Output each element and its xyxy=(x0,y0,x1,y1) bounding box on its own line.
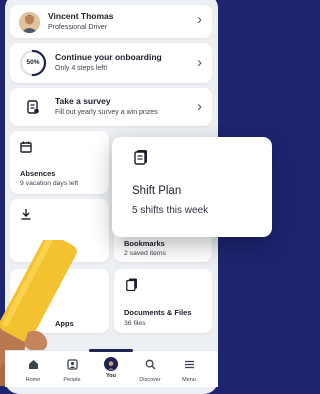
nav-discover-label: Discover xyxy=(139,377,161,383)
profile-name: Vincent Thomas xyxy=(48,11,114,21)
onboarding-card[interactable]: 50% Continue your onboarding Only 4 step… xyxy=(10,43,212,83)
people-icon xyxy=(66,359,78,370)
onboarding-subtitle: Only 4 steps left! xyxy=(55,65,108,72)
document-icon xyxy=(134,149,148,170)
nav-people-label: People xyxy=(63,377,81,383)
bottom-nav: Home People You Discover Menu xyxy=(5,349,218,387)
nav-you-label: You xyxy=(106,373,116,379)
avatar xyxy=(19,12,40,33)
files-icon xyxy=(126,278,138,296)
documents-title: Documents & Files xyxy=(124,308,192,317)
home-icon xyxy=(28,360,38,369)
survey-subtitle: Fill out yearly survey a win prizes xyxy=(55,109,158,116)
progress-label: 50% xyxy=(26,59,40,66)
active-indicator xyxy=(89,349,133,352)
shift-plan-subtitle: 5 shifts this week xyxy=(132,205,209,216)
chevron-right-icon: › xyxy=(197,54,202,71)
chevron-right-icon: › xyxy=(197,98,202,115)
bookmarks-subtitle: 2 saved items xyxy=(124,250,166,257)
nav-discover[interactable]: Discover xyxy=(132,357,168,383)
download-icon xyxy=(20,207,32,225)
chevron-right-icon: › xyxy=(197,11,202,28)
nav-people[interactable]: People xyxy=(54,357,90,383)
profile-role: Professional Driver xyxy=(48,24,108,31)
avatar xyxy=(104,357,118,371)
progress-ring: 50% xyxy=(19,49,47,77)
absences-tile[interactable]: Absences 9 vacation days left xyxy=(10,131,109,194)
bookmarks-title: Bookmarks xyxy=(124,239,165,248)
search-icon xyxy=(145,359,155,370)
onboarding-title: Continue your onboarding xyxy=(55,52,162,62)
survey-title: Take a survey xyxy=(55,96,111,106)
nav-menu[interactable]: Menu xyxy=(171,357,207,383)
profile-card[interactable]: Vincent Thomas Professional Driver › xyxy=(10,5,212,38)
shift-plan-title: Shift Plan xyxy=(132,185,182,197)
nav-home-label: Home xyxy=(25,377,41,383)
shift-plan-card[interactable]: Shift Plan 5 shifts this week xyxy=(112,137,272,237)
absences-title: Absences xyxy=(20,169,56,178)
survey-icon xyxy=(27,100,39,119)
nav-you[interactable]: You xyxy=(93,357,129,379)
nav-home[interactable]: Home xyxy=(15,357,51,383)
calendar-icon xyxy=(20,140,32,158)
survey-card[interactable]: Take a survey Fill out yearly survey a w… xyxy=(10,88,212,126)
documents-subtitle: 36 files xyxy=(124,320,146,327)
menu-icon xyxy=(184,360,194,369)
nav-menu-label: Menu xyxy=(182,377,196,383)
documents-tile[interactable]: Documents & Files 36 files xyxy=(114,269,212,333)
absences-subtitle: 9 vacation days left xyxy=(20,180,79,187)
